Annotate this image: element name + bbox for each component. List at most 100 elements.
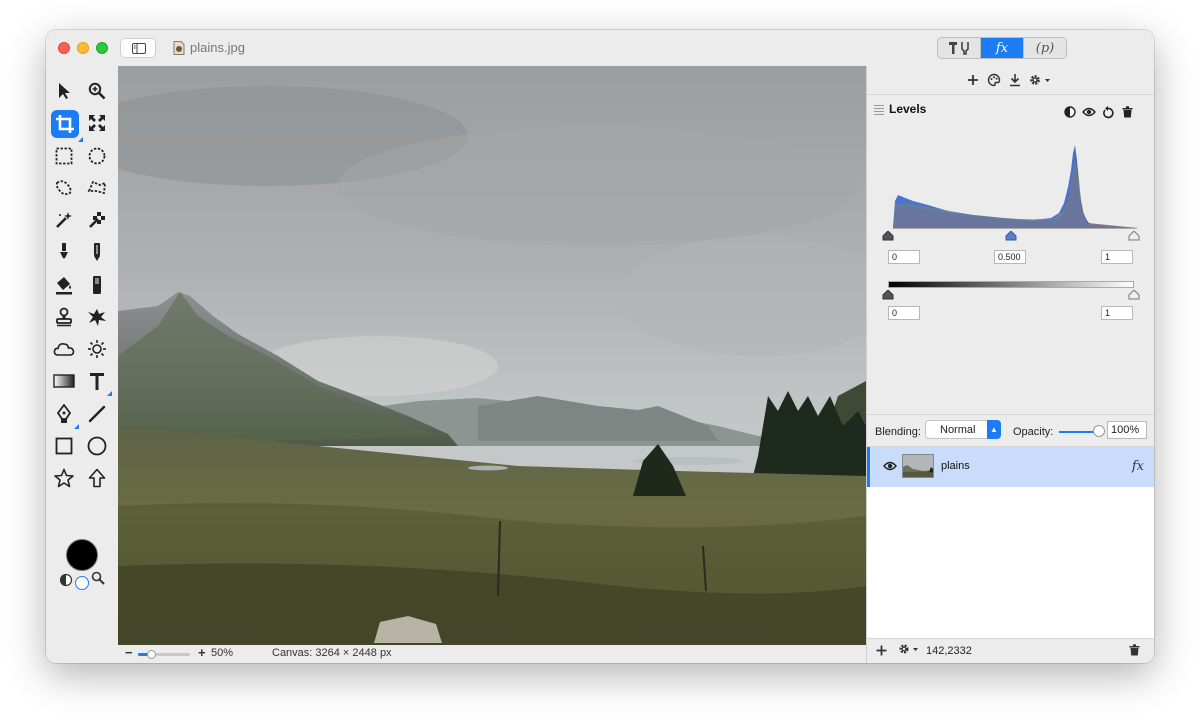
layers-list: plains fx	[867, 446, 1154, 639]
add-layer-button[interactable]	[876, 643, 887, 660]
blending-label: Blending:	[875, 426, 921, 438]
layer-thumbnail	[902, 454, 934, 478]
layer-name: plains	[941, 460, 970, 472]
pen-tool[interactable]	[51, 401, 79, 429]
toggle-visibility-button[interactable]	[1082, 105, 1096, 119]
pen-nib-icon	[56, 404, 72, 423]
zoom-tool[interactable]	[84, 78, 110, 104]
plus-icon	[968, 75, 978, 85]
input-gamma-slider[interactable]	[1005, 231, 1017, 241]
output-black-field[interactable]: 0	[888, 306, 920, 320]
opacity-slider-knob[interactable]	[1093, 425, 1105, 437]
input-white-field[interactable]: 1	[1101, 250, 1133, 264]
line-tool[interactable]	[84, 401, 110, 427]
foreground-color-swatch[interactable]	[66, 539, 98, 571]
reset-filter-button[interactable]	[1101, 105, 1115, 119]
tab-filters[interactable]: fx	[980, 38, 1023, 58]
smudge-tool[interactable]	[51, 336, 77, 362]
blending-mode-select[interactable]: Normal ▲	[925, 420, 1001, 439]
clone-stamp-tool[interactable]	[51, 304, 77, 330]
toolbox	[46, 66, 118, 663]
brush-icon	[60, 243, 68, 259]
input-gamma-field[interactable]: 0.500	[994, 250, 1026, 264]
output-black-slider[interactable]	[882, 290, 894, 300]
gear-dropdown-icon	[899, 644, 918, 654]
zoom-slider[interactable]	[138, 650, 190, 659]
delete-filter-button[interactable]	[1120, 105, 1134, 119]
swap-colors-icon[interactable]	[59, 573, 73, 587]
layer-row[interactable]: plains fx	[867, 447, 1154, 487]
rectangle-tool[interactable]	[51, 433, 77, 459]
compare-button[interactable]	[1063, 105, 1077, 119]
input-black-slider[interactable]	[882, 231, 894, 241]
lasso-tool[interactable]	[51, 175, 77, 201]
opacity-field[interactable]: 100%	[1107, 421, 1147, 439]
zoom-out-button[interactable]: −	[125, 645, 133, 660]
line-icon	[88, 405, 106, 423]
layer-fx-badge[interactable]: fx	[1132, 459, 1144, 474]
eye-icon[interactable]	[883, 461, 897, 471]
circle-icon	[87, 436, 107, 456]
drag-handle-icon[interactable]	[874, 105, 884, 117]
layer-options-button[interactable]	[898, 643, 920, 658]
sidebar-toggle-button[interactable]	[120, 38, 156, 58]
magic-wand-tool[interactable]	[51, 207, 77, 233]
download-icon	[1010, 74, 1020, 87]
brush-tool[interactable]	[51, 239, 77, 265]
zoom-in-button[interactable]: +	[198, 645, 206, 660]
status-bar: − + 50% Canvas: 3264 × 2448 px	[118, 645, 866, 663]
delete-layer-button[interactable]	[1129, 644, 1140, 659]
filter-toolbar	[867, 66, 1154, 94]
retouch-tool[interactable]	[84, 304, 110, 330]
ellipse-tool[interactable]	[84, 433, 110, 459]
trash-icon	[1122, 106, 1132, 118]
zoom-window-button[interactable]	[96, 42, 108, 54]
submenu-corner	[74, 424, 79, 429]
text-icon	[90, 373, 104, 390]
reset-icon	[1103, 105, 1114, 118]
checker-wand-icon	[89, 212, 105, 228]
tools-icon	[949, 42, 969, 55]
gradient-tool[interactable]	[51, 368, 77, 394]
eyedropper-magnifier-icon[interactable]	[91, 571, 105, 585]
splat-icon	[88, 309, 106, 326]
rect-select-tool[interactable]	[51, 143, 77, 169]
text-tool[interactable]	[84, 368, 112, 396]
paint-bucket-icon	[56, 277, 72, 295]
output-white-slider[interactable]	[1128, 290, 1140, 300]
crop-tool[interactable]	[51, 110, 83, 142]
pencil-tool[interactable]	[84, 239, 110, 265]
output-white-field[interactable]: 1	[1101, 306, 1133, 320]
background-color-swatch[interactable]	[75, 576, 89, 590]
ellipse-select-tool[interactable]	[84, 143, 110, 169]
close-window-button[interactable]	[58, 42, 70, 54]
dodge-tool[interactable]	[84, 336, 110, 362]
tab-tools[interactable]	[938, 38, 980, 58]
canvas-size-label: Canvas: 3264 × 2448 px	[272, 647, 392, 659]
filter-options-button[interactable]	[1027, 71, 1053, 89]
fill-tool[interactable]	[51, 272, 77, 298]
polygon-lasso-tool[interactable]	[84, 175, 110, 201]
arrow-shape-tool[interactable]	[84, 465, 110, 491]
eye-icon	[1082, 107, 1096, 117]
zoom-slider-knob[interactable]	[147, 650, 156, 659]
star-tool[interactable]	[51, 465, 77, 491]
input-white-slider[interactable]	[1128, 231, 1140, 241]
input-black-field[interactable]: 0	[888, 250, 920, 264]
eraser-tool[interactable]	[84, 272, 110, 298]
transform-tool[interactable]	[84, 110, 110, 136]
gear-dropdown-icon	[1030, 75, 1050, 85]
add-filter-button[interactable]	[964, 71, 982, 89]
palette-button[interactable]	[985, 71, 1003, 89]
color-select-tool[interactable]	[84, 207, 110, 233]
opacity-label: Opacity:	[1013, 426, 1054, 438]
arrow-tool[interactable]	[51, 78, 77, 104]
minimize-window-button[interactable]	[77, 42, 89, 54]
tab-presets[interactable]: (p)	[1023, 38, 1066, 58]
blending-mode-value: Normal	[940, 424, 976, 436]
import-filter-button[interactable]	[1006, 71, 1024, 89]
lasso-icon	[55, 180, 72, 196]
app-window: plains.jpg fx (p) − + 50% Canvas: 3264 ×…	[46, 30, 1154, 663]
canvas[interactable]	[118, 66, 866, 645]
half-circle-icon	[1064, 106, 1076, 118]
